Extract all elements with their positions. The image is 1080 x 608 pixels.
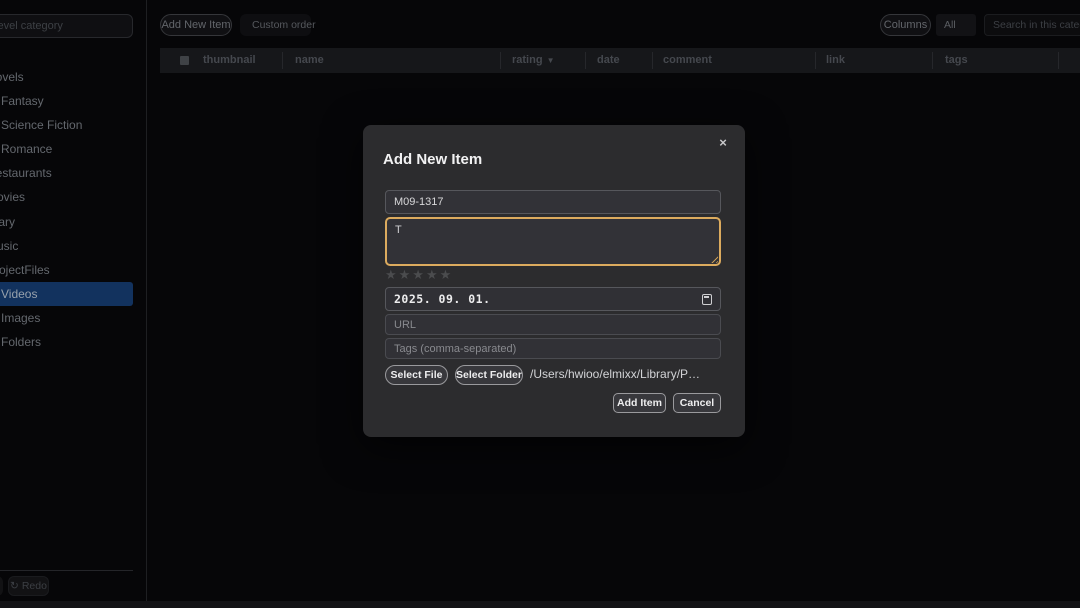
column-separator xyxy=(585,52,586,69)
filter-select[interactable]: All xyxy=(936,14,976,36)
select-folder-button[interactable]: Select Folder xyxy=(455,365,523,385)
date-input[interactable]: 2025. 09. 01. xyxy=(385,287,721,311)
column-separator xyxy=(1058,52,1059,69)
category-sidebar: Novels Fantasy Science Fiction Romance R… xyxy=(0,0,146,600)
custom-order-label: Custom order xyxy=(252,19,316,31)
url-input[interactable] xyxy=(385,314,721,335)
redo-icon: ↻ xyxy=(10,580,19,592)
select-all-checkbox[interactable] xyxy=(180,56,189,65)
dialog-title: Add New Item xyxy=(383,151,482,168)
undo-button[interactable] xyxy=(0,576,3,596)
column-thumbnail[interactable]: thumbnail xyxy=(203,48,256,73)
rating-stars[interactable]: ★★★★★ xyxy=(385,267,453,283)
select-file-button[interactable]: Select File xyxy=(385,365,448,385)
column-date[interactable]: date xyxy=(597,48,620,73)
sidebar-item-folders[interactable]: Folders xyxy=(0,330,133,354)
redo-button[interactable]: ↻ Redo xyxy=(8,576,49,596)
sidebar-item-videos[interactable]: Videos xyxy=(0,282,133,306)
columns-button[interactable]: Columns xyxy=(880,14,931,36)
column-separator xyxy=(500,52,501,69)
sidebar-divider xyxy=(0,570,133,571)
category-tree: Novels Fantasy Science Fiction Romance R… xyxy=(0,65,133,354)
sidebar-item-fantasy[interactable]: Fantasy xyxy=(0,89,133,113)
sidebar-item-music[interactable]: Music xyxy=(0,234,133,258)
column-tags[interactable]: tags xyxy=(945,48,968,73)
tags-input[interactable] xyxy=(385,338,721,359)
new-category-input[interactable] xyxy=(0,14,133,38)
calendar-icon[interactable] xyxy=(702,294,712,305)
table-header: thumbnail name rating▼ date comment link… xyxy=(160,48,1080,73)
add-item-button[interactable]: Add Item xyxy=(613,393,666,413)
sidebar-item-novels[interactable]: Novels xyxy=(0,65,133,89)
redo-label: Redo xyxy=(22,580,47,592)
sidebar-item-science-fiction[interactable]: Science Fiction xyxy=(0,113,133,137)
column-link[interactable]: link xyxy=(826,48,845,73)
custom-order-toggle[interactable]: Custom order xyxy=(240,14,311,36)
sidebar-item-romance[interactable]: Romance xyxy=(0,137,133,161)
sidebar-item-movies[interactable]: Movies xyxy=(0,185,133,209)
item-name-input[interactable] xyxy=(385,190,721,214)
add-new-item-dialog: × Add New Item T ★★★★★ 2025. 09. 01. Sel… xyxy=(363,125,745,437)
cancel-button[interactable]: Cancel xyxy=(673,393,721,413)
sort-desc-icon: ▼ xyxy=(547,56,555,65)
column-separator xyxy=(282,52,283,69)
app-window: Novels Fantasy Science Fiction Romance R… xyxy=(0,0,1080,608)
selected-path-text: /Users/hwioo/elmixx/Library/P… xyxy=(530,367,700,381)
column-rating[interactable]: rating▼ xyxy=(512,48,554,73)
date-value: 2025. 09. 01. xyxy=(394,292,491,306)
column-comment[interactable]: comment xyxy=(663,48,712,73)
sidebar-item-restaurants[interactable]: Restaurants xyxy=(0,161,133,185)
close-icon[interactable]: × xyxy=(715,135,731,151)
sidebar-item-projectfiles[interactable]: ProjectFiles xyxy=(0,258,133,282)
item-comment-textarea[interactable]: T xyxy=(385,217,721,266)
add-new-item-button[interactable]: Add New Item xyxy=(160,14,232,36)
sidebar-item-diary[interactable]: Diary xyxy=(0,210,133,234)
window-bottom-edge xyxy=(0,601,1080,608)
column-separator xyxy=(815,52,816,69)
sidebar-item-images[interactable]: Images xyxy=(0,306,133,330)
column-name[interactable]: name xyxy=(295,48,324,73)
sidebar-main-divider xyxy=(146,0,147,601)
category-search-input[interactable] xyxy=(984,14,1080,36)
column-separator xyxy=(932,52,933,69)
column-separator xyxy=(652,52,653,69)
